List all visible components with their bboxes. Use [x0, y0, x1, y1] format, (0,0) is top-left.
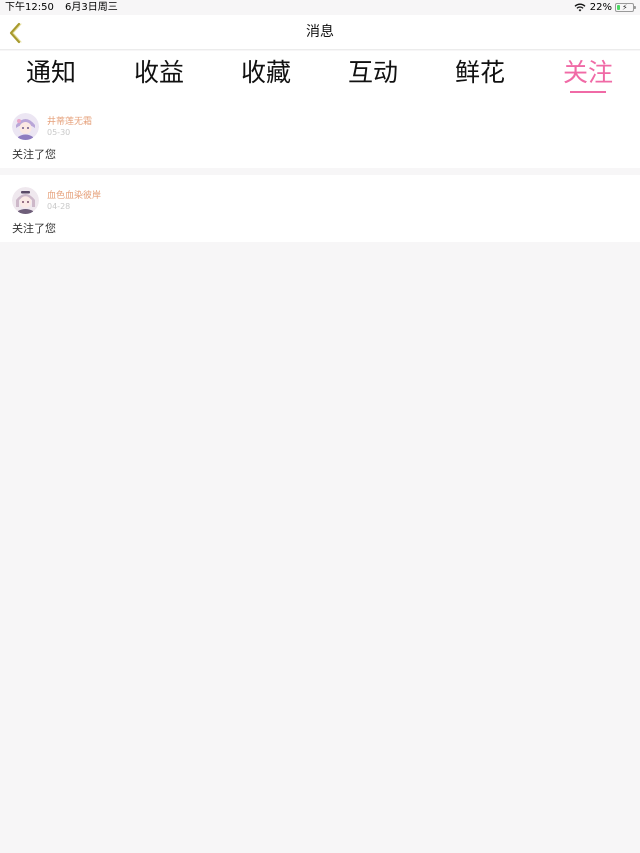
item-text: 关注了您 — [12, 148, 56, 161]
tab-notifications[interactable]: 通知 — [6, 57, 96, 89]
message-list: 井蒂莲无霜 05-30 关注了您 血色血染彼岸 04-28 关注了您 — [0, 101, 640, 242]
battery-nub — [634, 6, 636, 9]
avatar-image — [12, 113, 39, 140]
status-bar: 下午12:50 6月3日周三 22% ⚡ — [0, 0, 640, 15]
list-item[interactable]: 血色血染彼岸 04-28 关注了您 — [0, 175, 640, 242]
item-date: 04-28 — [47, 202, 71, 211]
status-date: 6月3日周三 — [65, 2, 118, 13]
tab-earnings[interactable]: 收益 — [114, 57, 204, 89]
avatar[interactable] — [12, 187, 39, 214]
tab-follows[interactable]: 关注 — [543, 57, 633, 89]
status-time: 下午12:50 — [5, 2, 54, 13]
tab-bar: 通知 收益 收藏 互动 鲜花 关注 — [0, 51, 640, 101]
battery-percent: 22% — [589, 2, 612, 13]
page-title: 消息 — [306, 24, 334, 40]
active-tab-indicator — [570, 91, 606, 93]
status-right: 22% ⚡ — [574, 0, 636, 15]
tab-flowers[interactable]: 鲜花 — [435, 57, 525, 89]
item-text: 关注了您 — [12, 222, 56, 235]
list-item[interactable]: 井蒂莲无霜 05-30 关注了您 — [0, 101, 640, 168]
battery-fill — [617, 5, 620, 10]
nav-bar: 消息 — [0, 15, 640, 50]
wifi-icon — [574, 3, 586, 12]
avatar[interactable] — [12, 113, 39, 140]
user-name[interactable]: 血色血染彼岸 — [47, 190, 101, 202]
charging-bolt-icon: ⚡ — [622, 3, 628, 12]
status-left: 下午12:50 6月3日周三 — [5, 0, 118, 15]
item-date: 05-30 — [47, 128, 71, 137]
battery-icon: ⚡ — [615, 3, 636, 12]
avatar-image — [12, 187, 39, 214]
tab-favorites[interactable]: 收藏 — [221, 57, 311, 89]
tab-interactions[interactable]: 互动 — [328, 57, 418, 89]
user-name[interactable]: 井蒂莲无霜 — [47, 116, 92, 128]
